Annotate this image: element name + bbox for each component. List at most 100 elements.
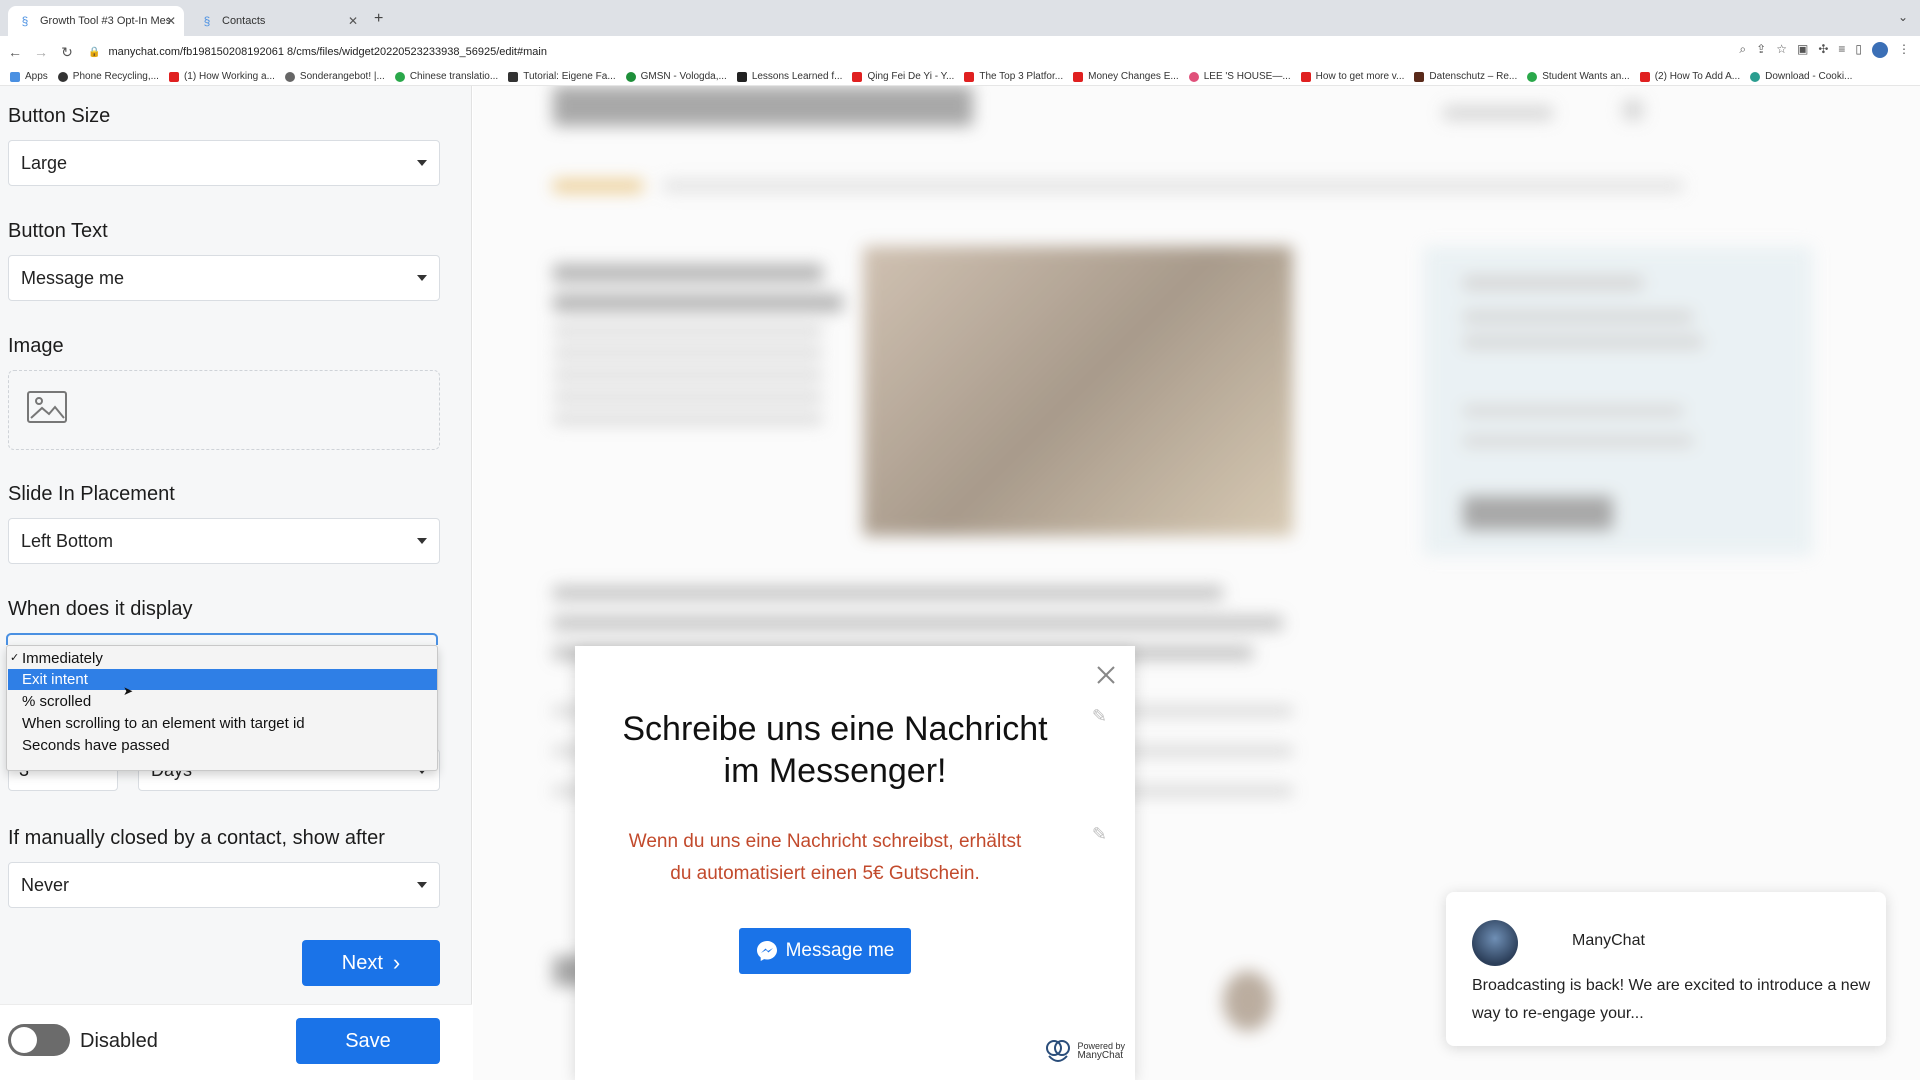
bookmark-favicon-icon <box>57 71 68 82</box>
tab-title: Growth Tool #3 Opt-In Message <box>40 15 170 27</box>
bookmark-item[interactable]: (2) How To Add A... <box>1639 71 1741 82</box>
bookmark-item[interactable]: LEE 'S HOUSE—... <box>1188 71 1291 82</box>
bookmark-item[interactable]: Sonderangebot! |... <box>284 71 385 82</box>
star-icon[interactable]: ☆ <box>1776 42 1787 58</box>
bookmark-item[interactable]: Download - Cooki... <box>1750 71 1852 82</box>
youtube-icon <box>1300 71 1311 82</box>
option-immediately[interactable]: ✓ Immediately <box>8 648 437 669</box>
next-label: Next <box>341 951 383 974</box>
reload-icon[interactable]: ↻ <box>56 44 78 61</box>
close-tab-icon[interactable]: ✕ <box>348 14 358 28</box>
youtube-icon <box>1073 71 1084 82</box>
reading-list-icon[interactable]: ≡ <box>1838 42 1845 58</box>
back-icon[interactable]: ← <box>4 44 26 60</box>
browser-extension-icons: ⌕ ⇪ ☆ ▣ ✣ ≡ ▯ ⋮ <box>1739 42 1910 58</box>
display-trigger-select[interactable] <box>6 633 438 645</box>
bookmark-item[interactable]: Tutorial: Eigene Fa... <box>508 71 616 82</box>
bookmark-apps[interactable]: Apps <box>10 71 48 82</box>
bookmark-item[interactable]: Student Wants an... <box>1527 71 1630 82</box>
option-scroll-to-element[interactable]: When scrolling to an element with target… <box>8 713 437 734</box>
slide-in-placement-select[interactable]: Left Bottom <box>8 518 440 564</box>
bookmark-favicon-icon <box>508 71 519 82</box>
tab-search-icon[interactable]: ⌄ <box>1898 10 1908 24</box>
close-icon[interactable] <box>1095 664 1117 686</box>
profile-avatar[interactable] <box>1872 42 1888 58</box>
chat-notification[interactable]: ManyChat Broadcasting is back! We are ex… <box>1446 892 1886 1046</box>
option-label: When scrolling to an element with target… <box>22 715 305 732</box>
widget-preview-modal: Schreibe uns eine Nachricht im Messenger… <box>575 646 1135 1080</box>
option-percent-scrolled[interactable]: % scrolled <box>8 691 437 712</box>
toggle-knob <box>11 1027 37 1053</box>
enable-toggle[interactable] <box>8 1024 70 1056</box>
pencil-edit-icon[interactable]: ✎ <box>1092 824 1107 845</box>
button-text-select[interactable]: Message me <box>8 255 440 301</box>
display-trigger-dropdown: ✓ Immediately Exit intent % scrolled Whe… <box>6 645 438 771</box>
button-size-select[interactable]: Large <box>8 140 440 186</box>
caret-down-icon <box>417 882 427 888</box>
bookmark-label: Download - Cooki... <box>1765 71 1853 82</box>
powered-by-manychat[interactable]: Powered by ManyChat <box>1043 1036 1125 1066</box>
chat-message-preview: Broadcasting is back! We are excited to … <box>1472 977 1871 1022</box>
message-me-button[interactable]: Message me <box>739 928 911 974</box>
powered-by-brand: ManyChat <box>1077 1050 1124 1061</box>
bookmark-favicon-icon <box>284 71 295 82</box>
option-exit-intent[interactable]: Exit intent <box>8 669 437 690</box>
tab-contacts[interactable]: § Contacts ✕ <box>190 6 366 36</box>
slide-in-placement-label: Slide In Placement <box>8 483 175 505</box>
manychat-logo-icon <box>1046 1040 1071 1062</box>
option-seconds-passed[interactable]: Seconds have passed <box>8 735 437 756</box>
bookmark-item[interactable]: Lessons Learned f... <box>736 71 843 82</box>
new-tab-icon[interactable]: + <box>374 10 383 28</box>
bookmark-label: Student Wants an... <box>1542 71 1630 82</box>
bookmark-label: Chinese translatio... <box>409 71 499 82</box>
bookmark-item[interactable]: Chinese translatio... <box>394 71 499 82</box>
closed-show-after-label: If manually closed by a contact, show af… <box>8 827 385 849</box>
bookmark-label: Lessons Learned f... <box>751 71 843 82</box>
bookmark-favicon-icon <box>1414 71 1425 82</box>
address-bar[interactable]: 🔒 manychat.com/fb198150208192061 8/cms/f… <box>88 40 1708 64</box>
bookmark-label: Tutorial: Eigene Fa... <box>523 71 616 82</box>
next-button[interactable]: Next › <box>302 940 440 986</box>
bookmark-item[interactable]: Money Changes E... <box>1073 71 1179 82</box>
airbnb-icon <box>1188 71 1199 82</box>
button-text-label: Button Text <box>8 220 108 242</box>
share-icon[interactable]: ⇪ <box>1756 42 1766 58</box>
slide-in-placement-value: Left Bottom <box>21 530 114 551</box>
bookmark-item[interactable]: GMSN - Vologda,... <box>625 71 727 82</box>
chat-sender-name: ManyChat <box>1572 932 1645 949</box>
manychat-favicon-icon: § <box>203 14 211 28</box>
closed-show-after-select[interactable]: Never <box>8 862 440 908</box>
zoom-icon[interactable]: ⌕ <box>1739 42 1746 58</box>
tab-growth-tool[interactable]: § Growth Tool #3 Opt-In Message ✕ <box>8 6 184 36</box>
bookmark-label: (2) How To Add A... <box>1654 71 1741 82</box>
bookmark-item[interactable]: The Top 3 Platfor... <box>964 71 1063 82</box>
image-upload-area[interactable] <box>8 370 440 450</box>
tab-title: Contacts <box>222 15 266 27</box>
bookmark-item[interactable]: Datenschutz – Re... <box>1414 71 1517 82</box>
bookmark-label: (1) How Working a... <box>183 71 275 82</box>
bookmark-favicon-icon <box>625 71 636 82</box>
bookmark-item[interactable]: Phone Recycling,... <box>57 71 159 82</box>
bookmark-label: LEE 'S HOUSE—... <box>1203 71 1291 82</box>
bookmark-favicon-icon <box>1527 71 1538 82</box>
bookmark-item[interactable]: (1) How Working a... <box>168 71 275 82</box>
lock-icon: 🔒 <box>88 46 101 58</box>
bookmark-item[interactable]: Qing Fei De Yi - Y... <box>852 71 954 82</box>
youtube-icon <box>1639 71 1650 82</box>
toggle-status-label: Disabled <box>80 1030 158 1052</box>
bookmark-item[interactable]: How to get more v... <box>1300 71 1404 82</box>
puzzle-icon[interactable]: ✣ <box>1818 42 1828 58</box>
option-label: Exit intent <box>22 671 88 688</box>
pencil-edit-icon[interactable]: ✎ <box>1092 706 1107 727</box>
facebook-ext-icon[interactable]: ▣ <box>1797 42 1808 58</box>
button-size-value: Large <box>21 152 68 173</box>
forward-icon[interactable]: → <box>30 44 52 60</box>
messenger-icon <box>756 941 777 961</box>
save-button[interactable]: Save <box>296 1018 440 1064</box>
widget-title[interactable]: Schreibe uns eine Nachricht im Messenger… <box>615 708 1055 792</box>
widget-body-text[interactable]: Wenn du uns eine Nachricht schreibst, er… <box>625 826 1025 890</box>
close-tab-icon[interactable]: ✕ <box>166 14 176 28</box>
menu-kebab-icon[interactable]: ⋮ <box>1898 42 1910 58</box>
sidebar-icon[interactable]: ▯ <box>1855 42 1862 58</box>
display-trigger-label: When does it display <box>8 598 193 620</box>
